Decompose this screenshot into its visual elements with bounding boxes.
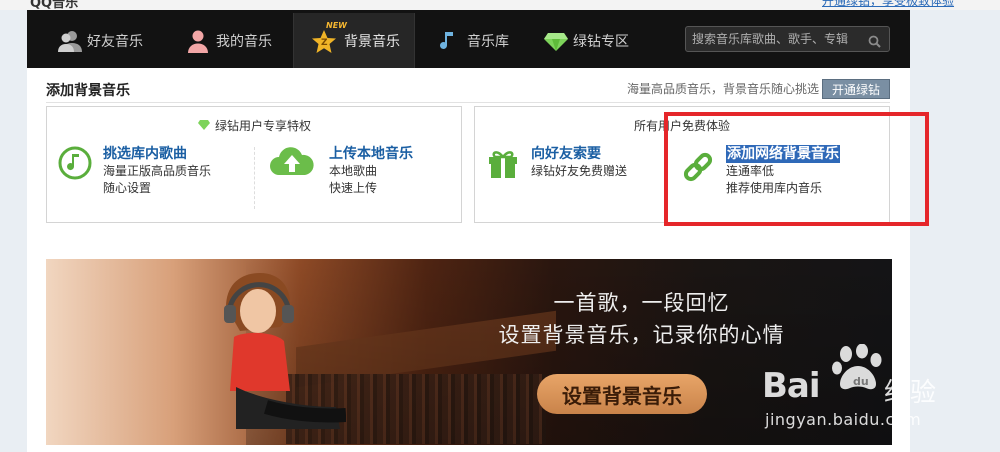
item-title[interactable]: 向好友索要 [531,145,627,163]
music-note-icon [437,29,461,53]
open-green-diamond-button[interactable]: 开通绿钻 [822,79,890,99]
ask-friend-item[interactable]: 向好友索要 绿钻好友免费赠送 [485,145,627,183]
vip-box-header: 绿钻用户专享特权 [47,117,461,134]
nav-label: 好友音乐 [87,33,143,50]
baidu-watermark: du Bai 经验 jingyan.baidu.com [762,343,962,434]
page: 好友音乐 我的音乐 Z NEW 背景音乐 音乐库 绿钻专区 搜索音乐库歌曲、歌手… [27,10,936,452]
nav-label: 绿钻专区 [573,33,629,50]
search-input[interactable] [692,30,862,48]
nav-label: 音乐库 [467,33,509,50]
banner-headline: 一首歌，一段回忆 [553,291,730,315]
pick-library-song-item[interactable]: 挑选库内歌曲 海量正版高品质音乐 随心设置 [57,145,211,197]
item-desc: 海量正版高品质音乐 [103,164,212,178]
item-desc: 随心设置 [103,181,152,195]
top-strip: QQ音乐 开通绿钻，享受极致体验 [0,0,1000,11]
star-icon: Z NEW [310,21,347,55]
paw-icon: du [832,343,884,394]
nav-item-my-music[interactable]: 我的音乐 [186,13,272,68]
watermark-brand: Bai [762,366,821,406]
diamond-icon [543,29,568,53]
set-background-music-button[interactable]: 设置背景音乐 [537,374,707,414]
diamond-icon [197,119,211,134]
highlight-annotation [664,112,929,226]
svg-text:du: du [853,375,869,388]
gift-icon [485,145,523,183]
divider [46,102,890,103]
new-badge: NEW [326,20,347,30]
nav-item-background-music[interactable]: Z NEW 背景音乐 [293,13,415,68]
nav-label: 背景音乐 [344,33,400,50]
upload-local-music-item[interactable]: 上传本地音乐 本地歌曲 快速上传 [267,145,413,197]
friends-icon [57,29,82,53]
search-box [685,26,890,52]
person-icon [186,29,210,53]
item-desc: 快速上传 [329,181,378,195]
section-title: 添加背景音乐 [46,83,130,99]
nav-label: 我的音乐 [216,33,272,50]
nav-item-green-diamond[interactable]: 绿钻专区 [543,13,629,68]
vip-privilege-box: 绿钻用户专享特权 挑选库内歌曲 海量正版高品质音乐 随心设置 上传本地音乐 本地… [46,106,462,223]
item-desc: 绿钻好友免费赠送 [531,164,628,178]
dashed-divider [254,147,255,209]
watermark-url: jingyan.baidu.com [765,410,922,429]
watermark-brand-cn: 经验 [884,378,937,408]
music-circle-icon [57,145,95,183]
cloud-upload-icon [267,145,321,183]
nav-item-music-library[interactable]: 音乐库 [437,13,509,68]
main-nav: 好友音乐 我的音乐 Z NEW 背景音乐 音乐库 绿钻专区 [27,10,910,68]
top-link[interactable]: 开通绿钻，享受极致体验 [822,0,954,9]
section-promo: 海量高品质音乐，背景音乐随心挑选 [627,82,820,96]
svg-text:Z: Z [321,38,328,48]
search-icon[interactable] [868,33,881,52]
item-desc: 本地歌曲 [329,164,378,178]
nav-item-friends-music[interactable]: 好友音乐 [57,13,143,68]
item-title[interactable]: 挑选库内歌曲 [103,145,211,163]
item-title[interactable]: 上传本地音乐 [329,145,413,163]
